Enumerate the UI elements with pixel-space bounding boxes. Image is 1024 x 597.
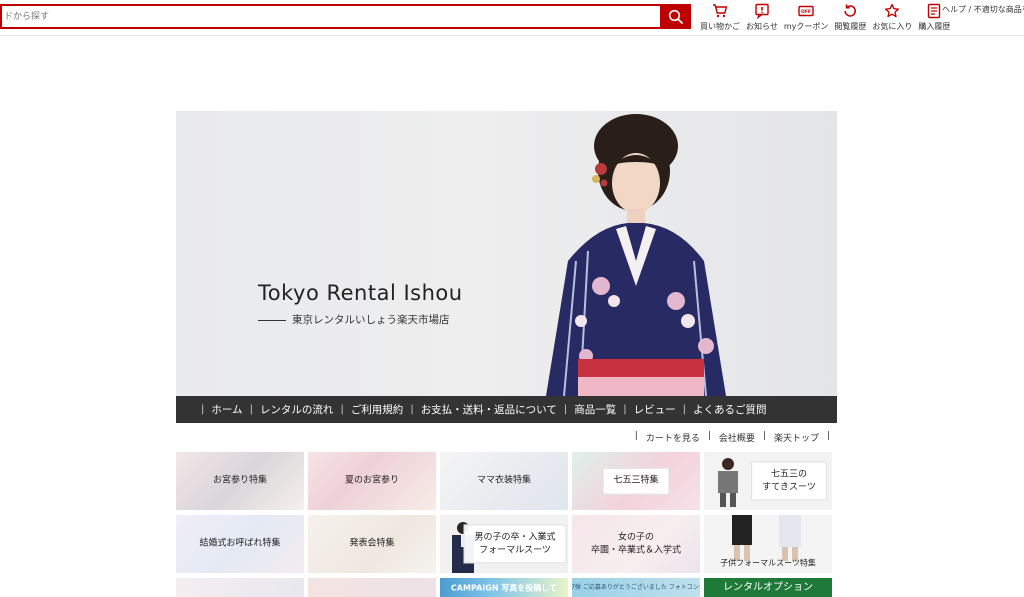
header-icons: 買い物かご お知らせ OFF myクーポン 閲覧履歴 お気に入り 購入履歴 [700,0,956,36]
nav-separator: | [410,404,414,415]
sublink-separator: | [762,431,766,441]
nav-separator: | [249,404,253,415]
tile-label: 子供フォーマルスーツ特集 [720,558,816,568]
search-button[interactable] [660,4,691,29]
cart-icon [713,4,728,18]
nav-terms[interactable]: ご利用規約 [351,402,404,417]
tile-row3-1[interactable] [176,578,304,597]
nav-payment[interactable]: お支払・送料・返品について [421,402,557,417]
tile-girls-graduation[interactable]: 女の子の 卒園・卒業式＆入学式 [572,515,700,573]
coupon-link[interactable]: OFF myクーポン [783,0,829,36]
top-bar: 買い物かご お知らせ OFF myクーポン 閲覧履歴 お気に入り 購入履歴 ヘル… [0,0,1024,36]
tile-campaign[interactable]: CAMPAIGN 写真を投稿して [440,578,568,597]
history-icon [844,4,857,17]
tile-label: 男の子の卒・入業式 フォーマルスーツ [463,524,567,564]
notice-label: お知らせ [746,22,778,31]
coupon-icon: OFF [798,5,814,17]
brand-title: Tokyo Rental Ishou [258,281,463,305]
nav-separator: | [623,404,627,415]
purchase-history-label: 購入履歴 [918,22,951,31]
sublink-company[interactable]: 会社概要 [719,431,755,444]
tile-recital[interactable]: 発表会特集 [308,515,436,573]
tile-boys-formal-suits[interactable]: 男の子の卒・入業式 フォーマルスーツ [440,515,568,573]
subtitle-rule [258,319,286,321]
nav-separator: | [563,404,568,415]
tile-label: 夏のお宮参り [344,475,400,486]
tile-label [362,582,382,594]
tile-kids-formal-suits[interactable]: 子供フォーマルスーツ特集 [704,515,832,573]
tile-label: 発表会特集 [349,538,395,549]
notice-icon [755,3,769,19]
tile-label: 七五三特集 [602,467,670,495]
tile-omiyamairi[interactable]: お宮参り特集 [176,452,304,510]
tile-label: お宮参り特集 [212,475,268,486]
sub-links: | カートを見る | 会社概要 | 楽天トップ | [631,431,834,444]
cart-label: 買い物かご [700,22,740,31]
tile-summer-omiyamairi[interactable]: 夏のお宮参り [308,452,436,510]
tile-label: 女の子の 卒園・卒業式＆入学式 [590,532,682,555]
nav-home[interactable]: ホーム [211,402,242,417]
nav-products[interactable]: 商品一覧 [574,402,616,417]
tile-label: 結婚式お呼ばれ特集 [199,538,281,549]
sublink-separator: | [826,431,830,441]
tile-label: ママ衣装特集 [476,475,532,486]
cart-link[interactable]: 買い物かご [700,0,740,36]
history-label: 閲覧履歴 [834,22,867,31]
help-link[interactable]: ヘルプ / 不適切な商品を [942,4,1024,15]
svg-text:OFF: OFF [801,9,811,15]
nav-faq[interactable]: よくあるご質問 [693,402,767,417]
nav-separator: | [201,404,205,415]
tile-row3-2[interactable] [308,578,436,597]
nav-separator: | [682,404,686,415]
boy-suit-image [718,458,738,507]
store-nav: | ホーム | レンタルの流れ | ご利用規約 | お支払・送料・返品について … [176,396,837,423]
star-icon [885,3,900,18]
tile-label: 第1〜7弾 ご応募ありがとうございました フォトコンテスト [572,583,700,591]
tile-photo-contest[interactable]: 第1〜7弾 ご応募ありがとうございました フォトコンテスト [572,578,700,597]
sublink-separator: | [707,431,711,441]
search-input[interactable] [2,6,662,27]
tile-shichigosan-suits[interactable]: 七五三の すてきスーツ [704,452,832,510]
favorites-link[interactable]: お気に入り [872,0,912,36]
tile-rental-options[interactable]: レンタルオプション [704,578,832,597]
sublink-cart[interactable]: カートを見る [646,431,700,444]
tile-label: レンタルオプション [723,581,813,593]
nav-separator: | [340,404,344,415]
tile-wedding-guest[interactable]: 結婚式お呼ばれ特集 [176,515,304,573]
sublink-separator: | [634,431,638,441]
tile-label: CAMPAIGN 写真を投稿して [450,582,558,592]
nav-rental-flow[interactable]: レンタルの流れ [260,402,334,417]
history-link[interactable]: 閲覧履歴 [834,0,866,36]
search-icon [668,9,683,24]
nav-reviews[interactable]: レビュー [634,402,676,417]
tile-mama-outfits[interactable]: ママ衣装特集 [440,452,568,510]
sublink-rakuten-top[interactable]: 楽天トップ [774,431,819,444]
brand-subtitle-text: 東京レンタルいしょう楽天市場店 [292,314,450,326]
brand-subtitle: 東京レンタルいしょう楽天市場店 [258,312,450,327]
coupon-label: myクーポン [783,22,829,31]
kimono-model-image [546,114,726,396]
tile-label: 七五三の すてきスーツ [751,461,827,501]
tile-shichigosan[interactable]: 七五三特集 [572,452,700,510]
purchase-history-icon [928,3,941,19]
favorites-label: お気に入り [872,22,913,31]
notice-link[interactable]: お知らせ [746,0,778,36]
search-box [0,4,691,29]
tile-label [230,582,250,594]
store-banner: Tokyo Rental Ishou 東京レンタルいしょう楽天市場店 [176,111,837,396]
